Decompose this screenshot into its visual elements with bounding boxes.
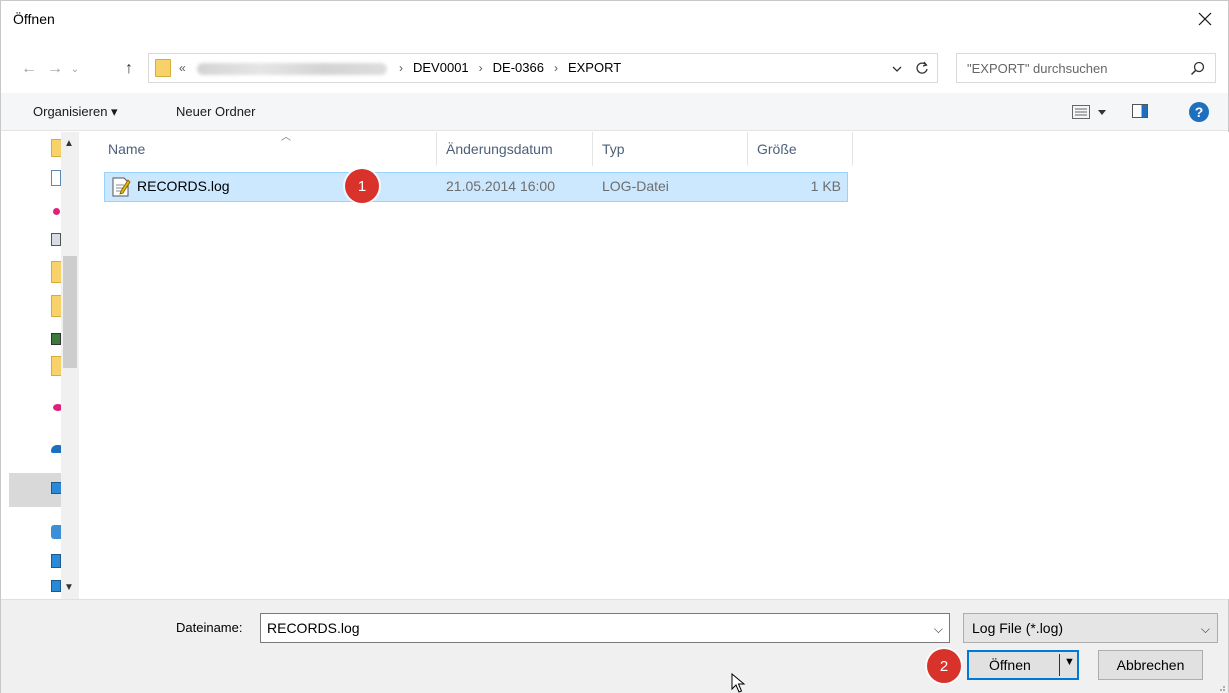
- file-list: Name ︿ Änderungsdatum Typ Größe RECORDS.…: [81, 132, 1229, 599]
- file-size: 1 KB: [810, 178, 841, 194]
- breadcrumb-item[interactable]: DE-0366: [493, 60, 544, 75]
- scroll-down-icon[interactable]: ▼: [64, 582, 74, 593]
- window-title: Öffnen: [13, 11, 55, 27]
- step-1-badge: 1: [345, 169, 379, 203]
- close-icon: [1198, 12, 1212, 26]
- arrow-up-icon: ↑: [125, 60, 133, 77]
- text-file-icon: [112, 177, 131, 197]
- document-icon[interactable]: [51, 170, 61, 186]
- chevron-down-icon: ⌄: [70, 63, 80, 75]
- organize-menu[interactable]: Organisieren ▾: [33, 104, 118, 120]
- chevron-down-icon: ⌵: [1200, 622, 1210, 636]
- column-label: Name: [108, 141, 146, 157]
- filename-label: Dateiname:: [176, 620, 243, 635]
- chevron-down-icon[interactable]: ⌵: [934, 622, 943, 637]
- column-header-name[interactable]: Name ︿: [99, 132, 437, 166]
- address-dropdown-button[interactable]: [889, 60, 905, 78]
- new-folder-button[interactable]: Neuer Ordner: [176, 104, 255, 119]
- address-row: ← → ⌄ ↑ « › DEV0001 › DE-0366 › EXPORT "…: [1, 53, 1228, 85]
- step-2-badge: 2: [927, 649, 961, 683]
- column-header-type[interactable]: Typ: [593, 132, 748, 166]
- forward-button[interactable]: →: [45, 59, 65, 79]
- file-date: 21.05.2014 16:00: [446, 178, 555, 194]
- change-view-button[interactable]: [1072, 103, 1118, 121]
- hidden-path-chevron[interactable]: «: [179, 61, 186, 75]
- split-dropdown-icon[interactable]: ▼: [1064, 656, 1075, 668]
- open-file-dialog: Öffnen ← → ⌄ ↑ « › DEV0001 › DE-0366 › E…: [0, 0, 1229, 693]
- cancel-button[interactable]: Abbrechen: [1098, 650, 1203, 680]
- refresh-icon: [916, 61, 928, 74]
- column-label: Größe: [757, 141, 797, 157]
- search-placeholder: "EXPORT" durchsuchen: [967, 61, 1108, 76]
- pink-location-icon[interactable]: [53, 208, 60, 215]
- table-row[interactable]: RECORDS.log 21.05.2014 16:00 LOG-Datei 1…: [104, 172, 848, 202]
- open-button-label: Öffnen: [989, 657, 1031, 673]
- title-bar: Öffnen: [1, 1, 1228, 37]
- filename-input[interactable]: RECORDS.log ⌵: [260, 613, 950, 643]
- resize-grip-icon[interactable]: [1216, 682, 1226, 692]
- breadcrumb-item[interactable]: DEV0001: [413, 60, 469, 75]
- folder-icon: [155, 59, 171, 77]
- file-name: RECORDS.log: [137, 178, 230, 194]
- scrollbar-thumb[interactable]: [63, 256, 77, 368]
- refresh-button[interactable]: [913, 59, 931, 77]
- address-bar[interactable]: « › DEV0001 › DE-0366 › EXPORT: [148, 53, 938, 83]
- help-button[interactable]: ?: [1189, 102, 1209, 122]
- mouse-cursor-icon: [731, 673, 746, 693]
- details-view-icon: [1072, 105, 1090, 119]
- open-button[interactable]: Öffnen ▼: [967, 650, 1079, 680]
- nav-scrollbar[interactable]: ▲ ▼: [61, 132, 79, 599]
- computer-icon[interactable]: [51, 554, 61, 568]
- breadcrumb-separator[interactable]: ›: [399, 61, 403, 75]
- recent-locations-button[interactable]: ⌄: [65, 59, 85, 79]
- image-icon[interactable]: [51, 233, 61, 246]
- computer-icon[interactable]: [51, 580, 61, 592]
- file-type: LOG-Datei: [602, 178, 669, 194]
- breadcrumb: › DEV0001 › DE-0366 › EXPORT: [399, 60, 621, 75]
- breadcrumb-item[interactable]: EXPORT: [568, 60, 621, 75]
- search-icon[interactable]: [1189, 60, 1207, 78]
- file-type-select[interactable]: Log File (*.log) ⌵: [963, 613, 1218, 643]
- filename-value: RECORDS.log: [267, 620, 360, 636]
- column-header-date[interactable]: Änderungsdatum: [437, 132, 593, 166]
- close-button[interactable]: [1182, 1, 1228, 37]
- chevron-down-icon: [892, 66, 902, 72]
- scroll-up-icon[interactable]: ▲: [64, 138, 74, 149]
- drive-icon[interactable]: [51, 333, 61, 345]
- chevron-down-icon: [1098, 109, 1106, 115]
- arrow-right-icon: →: [47, 60, 63, 77]
- column-header-size[interactable]: Größe: [748, 132, 853, 166]
- breadcrumb-separator[interactable]: ›: [554, 61, 558, 75]
- column-label: Änderungsdatum: [446, 141, 553, 157]
- navigation-pane: ▲ ▼: [1, 132, 81, 599]
- breadcrumb-separator[interactable]: ›: [479, 61, 483, 75]
- up-button[interactable]: ↑: [119, 59, 139, 79]
- file-type-value: Log File (*.log): [972, 620, 1064, 636]
- command-bar: Organisieren ▾ Neuer Ordner ?: [1, 93, 1228, 131]
- dialog-footer: Dateiname: RECORDS.log ⌵ Log File (*.log…: [1, 599, 1228, 693]
- blurred-path-segment[interactable]: [197, 63, 387, 75]
- arrow-left-icon: ←: [21, 60, 37, 77]
- column-label: Typ: [602, 141, 625, 157]
- sort-ascending-icon: ︿: [281, 132, 291, 143]
- back-button[interactable]: ←: [19, 59, 39, 79]
- preview-pane-button[interactable]: [1132, 104, 1148, 118]
- search-input[interactable]: "EXPORT" durchsuchen: [956, 53, 1216, 83]
- split-divider: [1059, 654, 1060, 676]
